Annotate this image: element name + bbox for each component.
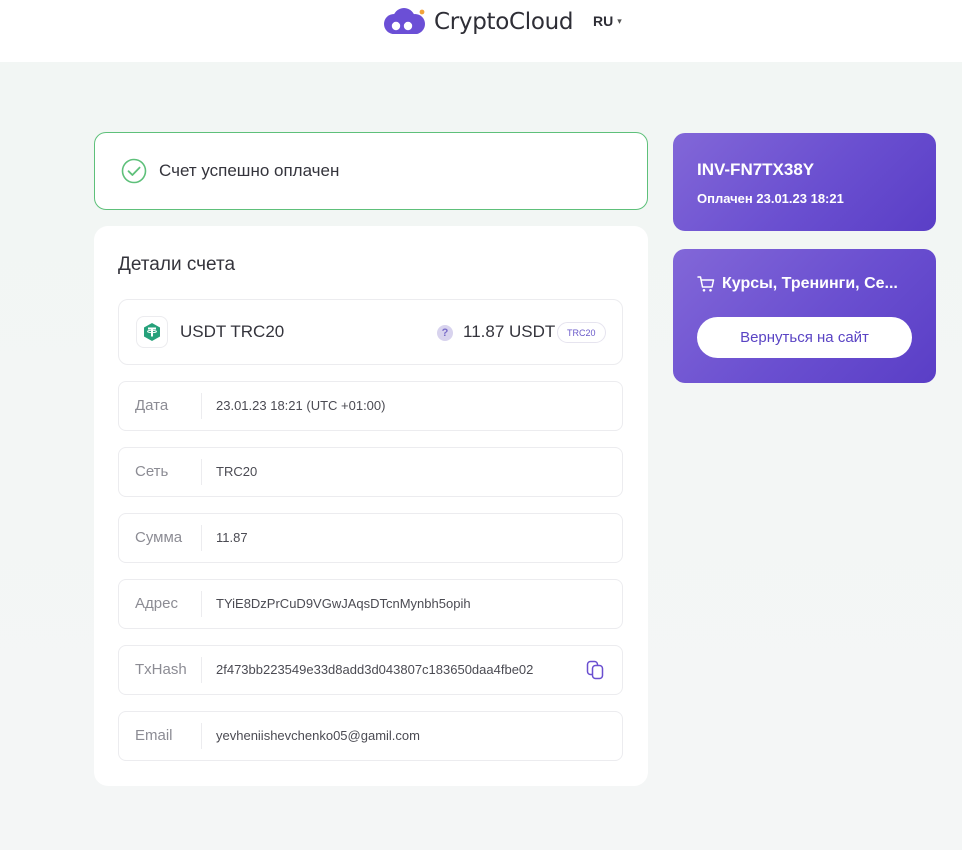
field-row-address: Адрес TYiE8DzPrCuD9VGwJAqsDTcnMynbh5opih: [118, 579, 623, 629]
field-row-date: Дата 23.01.23 18:21 (UTC +01:00): [118, 381, 623, 431]
field-value: 11.87: [216, 530, 248, 545]
details-title: Детали счета: [118, 254, 236, 275]
field-value[interactable]: 2f473bb223549e33d8add3d043807c183650daa4…: [216, 646, 533, 694]
payment-success-banner: Счет успешно оплачен: [94, 132, 648, 210]
network-badge: TRC20: [557, 322, 606, 343]
coin-icon-box: [136, 316, 168, 348]
field-label: TxHash: [135, 661, 187, 678]
language-selector[interactable]: RU ▾: [593, 13, 622, 29]
field-value: 23.01.23 18:21 (UTC +01:00): [216, 398, 386, 413]
field-label: Адрес: [135, 595, 178, 612]
field-label: Сеть: [135, 463, 169, 480]
field-label: Email: [135, 727, 173, 744]
field-row-network: Сеть TRC20: [118, 447, 623, 497]
language-label: RU: [593, 13, 614, 29]
return-to-site-button[interactable]: Вернуться на сайт: [697, 317, 912, 358]
field-value: TRC20: [216, 464, 258, 479]
brand-name: CryptoCloud: [434, 9, 574, 35]
invoice-paid-date: Оплачен 23.01.23 18:21: [697, 191, 844, 206]
check-circle-icon: [121, 158, 147, 184]
divider: [201, 459, 202, 485]
coin-summary: USDT TRC20 ? 11.87 USDT TRC20: [118, 299, 623, 365]
tether-icon: [144, 323, 160, 341]
invoice-card: INV-FN7TX38Y Оплачен 23.01.23 18:21: [673, 133, 936, 231]
divider: [201, 591, 202, 617]
product-name: Курсы, Тренинги, Се...: [722, 275, 898, 292]
divider: [201, 525, 202, 551]
divider: [201, 723, 202, 749]
cloud-logo-icon: [384, 8, 425, 34]
invoice-details-card: Детали счета USDT TRC20 ? 11.87 USDT TRC…: [94, 226, 648, 786]
field-value[interactable]: TYiE8DzPrCuD9VGwJAqsDTcnMynbh5opih: [216, 580, 471, 628]
invoice-id: INV-FN7TX38Y: [697, 160, 815, 179]
cart-icon: [697, 276, 715, 292]
help-icon[interactable]: ?: [437, 325, 453, 341]
product-line: Курсы, Тренинги, Се...: [697, 273, 917, 295]
success-message: Счет успешно оплачен: [159, 161, 340, 180]
field-row-amount: Сумма 11.87: [118, 513, 623, 563]
field-label: Дата: [135, 397, 169, 414]
divider: [201, 393, 202, 419]
field-row-email: Email yevheniishevchenko05@gamil.com: [118, 711, 623, 761]
coin-name: USDT TRC20: [180, 322, 285, 341]
coin-amount: 11.87 USDT: [463, 322, 556, 341]
divider: [201, 657, 202, 683]
field-label: Сумма: [135, 529, 183, 546]
logo[interactable]: CryptoCloud: [382, 6, 574, 38]
chevron-down-icon: ▾: [617, 15, 622, 26]
field-value: yevheniishevchenko05@gamil.com: [216, 728, 420, 743]
field-row-txhash: TxHash 2f473bb223549e33d8add3d043807c183…: [118, 645, 623, 695]
header: CryptoCloud RU ▾: [0, 0, 962, 62]
copy-icon[interactable]: [586, 660, 604, 680]
product-card: Курсы, Тренинги, Се... Вернуться на сайт: [673, 249, 936, 383]
